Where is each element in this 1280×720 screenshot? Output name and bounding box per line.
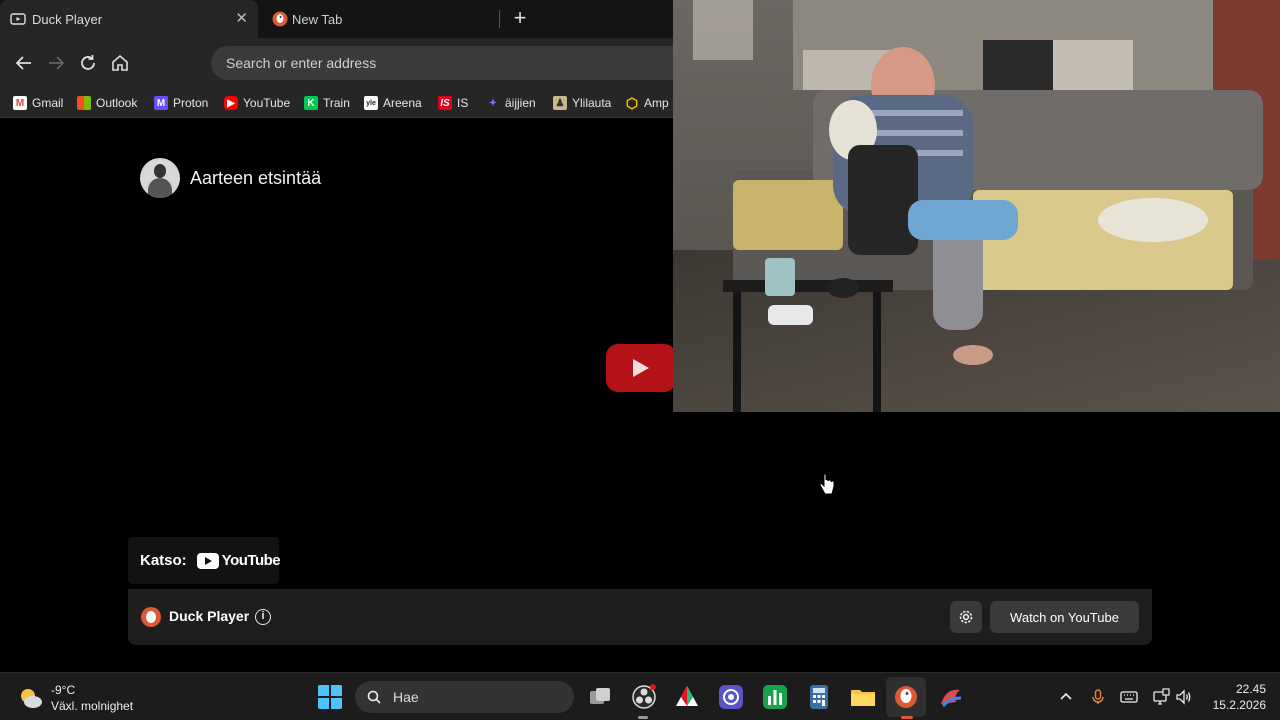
obs-running-indicator xyxy=(638,716,648,719)
channel-name[interactable]: Aarteen etsintää xyxy=(190,168,321,189)
duck-player-title: Duck Player xyxy=(169,608,250,624)
bookmark-youtube[interactable]: ▶ YouTube xyxy=(224,94,290,112)
figure-icon: ✦ xyxy=(488,97,498,109)
duckduckgo-icon xyxy=(272,11,288,27)
video-frame[interactable] xyxy=(673,0,1280,412)
kiwi-icon: K xyxy=(304,96,318,110)
system-clock[interactable]: 22.45 15.2.2026 xyxy=(1208,681,1266,713)
task-view-icon[interactable] xyxy=(587,684,613,710)
taskbar: -9°C Växl. molnighet Hae 22.45 15.2.2026 xyxy=(0,672,1280,720)
channel-header[interactable]: Aarteen etsintää xyxy=(140,158,321,198)
search-icon xyxy=(367,690,381,704)
windows-icon xyxy=(77,96,91,110)
watch-on-youtube-button[interactable]: Watch on YouTube xyxy=(990,601,1139,633)
new-tab-plus-icon[interactable]: + xyxy=(510,7,530,29)
bookmark-train[interactable]: K Train xyxy=(304,94,350,112)
bookmark-aijjien[interactable]: ✦ äijjien xyxy=(486,94,536,112)
yle-icon: yle xyxy=(364,96,378,110)
duckduckgo-logo-icon xyxy=(141,607,161,627)
home-icon[interactable] xyxy=(109,52,131,74)
volume-icon[interactable] xyxy=(1175,688,1193,706)
info-icon[interactable]: i xyxy=(255,609,271,625)
tablet-app-icon[interactable] xyxy=(674,684,700,710)
bookmark-outlook[interactable]: Outlook xyxy=(77,94,137,112)
taskbar-search[interactable]: Hae xyxy=(355,681,574,713)
youtube-tab-icon xyxy=(10,13,26,25)
reload-icon[interactable] xyxy=(77,52,99,74)
bookmark-label: Ylilauta xyxy=(572,96,612,110)
file-explorer-icon[interactable] xyxy=(850,684,876,710)
katso-label: Katso: xyxy=(140,552,187,569)
close-tab-icon[interactable]: ✕ xyxy=(235,10,248,28)
calculator-icon[interactable] xyxy=(806,684,832,710)
bookmark-label: Areena xyxy=(383,96,422,110)
bookmark-amp[interactable]: ⬡ Amp xyxy=(625,94,669,112)
clock-time: 22.45 xyxy=(1235,682,1266,696)
duckduckgo-browser-icon[interactable] xyxy=(893,684,919,710)
play-icon xyxy=(633,359,649,377)
microphone-icon[interactable] xyxy=(1089,688,1107,706)
weather-temp: -9°C xyxy=(51,683,76,697)
obs-studio-icon[interactable] xyxy=(631,684,657,710)
partly-cloudy-icon xyxy=(21,689,42,708)
chart-app-icon[interactable] xyxy=(762,684,788,710)
gear-icon xyxy=(959,610,973,624)
tab-duck-player[interactable]: Duck Player ✕ xyxy=(0,0,258,38)
bookmark-label: äijjien xyxy=(505,96,536,110)
video-image xyxy=(673,0,1280,412)
bookmark-label: Train xyxy=(323,96,350,110)
weather-widget[interactable]: -9°C Växl. molnighet xyxy=(18,682,133,714)
tab-divider xyxy=(499,10,500,28)
settings-button[interactable] xyxy=(950,601,982,633)
duckduckgo-running-indicator xyxy=(901,716,913,719)
chevron-up-icon[interactable] xyxy=(1057,688,1075,706)
play-button[interactable] xyxy=(606,344,676,392)
weather-description: Växl. molnighet xyxy=(51,699,134,713)
screen: Duck Player ✕ New Tab + Search or enter … xyxy=(0,0,1280,720)
bookmark-label: Proton xyxy=(173,96,209,110)
tab-new-tab[interactable]: New Tab xyxy=(258,0,500,38)
bookmark-label: YouTube xyxy=(243,96,291,110)
youtube-play-icon xyxy=(196,552,219,569)
bookmark-label: Amp xyxy=(644,96,669,110)
channel-avatar[interactable] xyxy=(140,158,180,198)
hand-cursor-icon xyxy=(819,474,835,495)
back-arrow-icon[interactable] xyxy=(13,52,35,74)
network-icon[interactable] xyxy=(1152,688,1170,706)
screen-recorder-icon[interactable] xyxy=(718,684,744,710)
keyboard-icon[interactable] xyxy=(1120,688,1138,706)
bookmark-proton[interactable]: M Proton xyxy=(154,94,208,112)
bookmark-label: Gmail xyxy=(32,96,64,110)
youtube-icon: ▶ xyxy=(224,96,238,110)
duck-player-bar: Duck Player i Watch on YouTube xyxy=(128,589,1152,645)
windows-start-icon[interactable] xyxy=(317,684,343,710)
address-placeholder: Search or enter address xyxy=(226,55,377,71)
bookmark-label: IS xyxy=(457,96,469,110)
tab-label: New Tab xyxy=(292,11,343,27)
gmail-icon: M xyxy=(13,96,27,110)
taskbar-search-placeholder: Hae xyxy=(393,689,419,705)
bookmark-areena[interactable]: yle Areena xyxy=(364,94,422,112)
forward-arrow-icon[interactable] xyxy=(45,52,67,74)
tab-label: Duck Player xyxy=(32,11,103,27)
clock-date: 15.2.2026 xyxy=(1212,698,1266,712)
is-icon: IS xyxy=(438,96,452,110)
ylilauta-icon: ♟ xyxy=(553,96,567,110)
bookmark-gmail[interactable]: M Gmail xyxy=(13,94,63,112)
watch-on-youtube-badge[interactable]: Katso: YouTube xyxy=(128,537,281,584)
bookmark-label: Outlook xyxy=(96,96,138,110)
hexagon-icon: ⬡ xyxy=(625,94,639,111)
proton-icon: M xyxy=(154,96,168,110)
paint-app-icon[interactable] xyxy=(938,684,964,710)
bookmark-is[interactable]: IS IS xyxy=(438,94,468,112)
youtube-logo: YouTube xyxy=(196,552,281,569)
bookmark-ylilauta[interactable]: ♟ Ylilauta xyxy=(553,94,611,112)
youtube-wordmark: YouTube xyxy=(221,552,281,569)
